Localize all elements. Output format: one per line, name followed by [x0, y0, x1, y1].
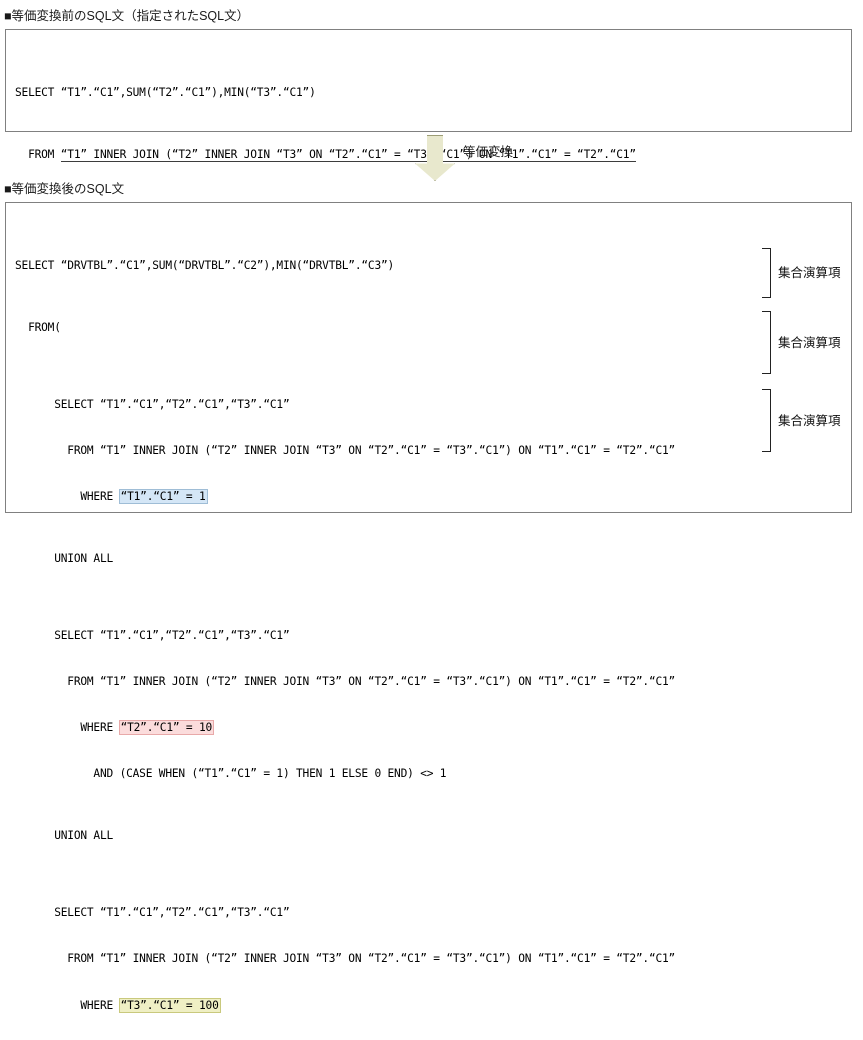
- branch2-select: SELECT “T1”.“C1”,“T2”.“C1”,“T3”.“C1”: [15, 628, 290, 642]
- down-arrow-icon: [415, 135, 455, 181]
- branch1-select: SELECT “T1”.“C1”,“T2”.“C1”,“T3”.“C1”: [15, 397, 290, 411]
- set-operand-label-3: 集合演算項: [778, 414, 841, 428]
- code-line: FROM “T1” INNER JOIN (“T2” INNER JOIN “T…: [15, 147, 636, 162]
- sql-box-before: SELECT “T1”.“C1”,SUM(“T2”.“C1”),MIN(“T3”…: [5, 29, 852, 284]
- heading-before-transform: ■等価変換前のSQL文（指定されたSQL文）: [4, 9, 250, 23]
- code-line: WHERE “T1”.“C1” = 1: [15, 489, 675, 505]
- code-line: WHERE “T3”.“C1” = 100: [15, 997, 675, 1013]
- branch3-predicate-highlight: “T3”.“C1” = 100: [118, 997, 221, 1013]
- code-line: SELECT “T1”.“C1”,“T2”.“C1”,“T3”.“C1”: [15, 397, 675, 412]
- diagram-page: ■等価変換前のSQL文（指定されたSQL文） SELECT “T1”.“C1”,…: [0, 0, 863, 1013]
- sql-code-after: SELECT “DRVTBL”.“C1”,SUM(“DRVTBL”.“C2”),…: [15, 212, 675, 1040]
- branch1-from: FROM “T1” INNER JOIN (“T2” INNER JOIN “T…: [15, 444, 676, 458]
- sql-box-after: SELECT “DRVTBL”.“C1”,SUM(“DRVTBL”.“C2”),…: [5, 202, 852, 1013]
- code-line: FROM “T1” INNER JOIN (“T2” INNER JOIN “T…: [15, 674, 675, 689]
- code-line: UNION ALL: [15, 551, 675, 566]
- code-line: SELECT “T1”.“C1”,“T2”.“C1”,“T3”.“C1”: [15, 628, 675, 643]
- branch3-where-keyword: WHERE: [15, 998, 120, 1012]
- code-line: FROM “T1” INNER JOIN (“T2” INNER JOIN “T…: [15, 443, 675, 458]
- code-line: SELECT “DRVTBL”.“C1”,SUM(“DRVTBL”.“C2”),…: [15, 258, 675, 273]
- union-all-1: UNION ALL: [15, 551, 114, 565]
- code-line: SELECT “T1”.“C1”,“T2”.“C1”,“T3”.“C1”: [15, 905, 675, 920]
- branch2-from: FROM “T1” INNER JOIN (“T2” INNER JOIN “T…: [15, 675, 676, 689]
- transform-arrow: [415, 135, 455, 181]
- set-operand-bracket-1: [762, 248, 771, 298]
- code-line: UNION ALL: [15, 828, 675, 843]
- union-all-2: UNION ALL: [15, 829, 114, 843]
- set-operand-label-1: 集合演算項: [778, 266, 841, 280]
- sql-from-body: “T1” INNER JOIN (“T2” INNER JOIN “T3” ON…: [60, 147, 636, 162]
- sql-from-keyword: FROM: [15, 147, 61, 161]
- code-line: FROM(: [15, 320, 675, 335]
- branch1-where-keyword: WHERE: [15, 490, 120, 504]
- branch3-select: SELECT “T1”.“C1”,“T2”.“C1”,“T3”.“C1”: [15, 906, 290, 920]
- set-operand-bracket-3: [762, 389, 771, 452]
- branch3-from: FROM “T1” INNER JOIN (“T2” INNER JOIN “T…: [15, 952, 676, 966]
- code-line: SELECT “T1”.“C1”,SUM(“T2”.“C1”),MIN(“T3”…: [15, 85, 636, 100]
- branch2-predicate-highlight: “T2”.“C1” = 10: [118, 720, 215, 736]
- arrow-label: 等価変換: [463, 145, 514, 159]
- code-line: FROM “T1” INNER JOIN (“T2” INNER JOIN “T…: [15, 951, 675, 966]
- sql-select-clause: SELECT “T1”.“C1”,SUM(“T2”.“C1”),MIN(“T3”…: [15, 86, 316, 100]
- heading-after-transform: ■等価変換後のSQL文: [4, 182, 125, 196]
- sql-outer-select: SELECT “DRVTBL”.“C1”,SUM(“DRVTBL”.“C2”),…: [15, 259, 395, 273]
- branch1-predicate-highlight: “T1”.“C1” = 1: [118, 489, 208, 505]
- sql-outer-from-open: FROM(: [15, 320, 61, 334]
- set-operand-bracket-2: [762, 311, 771, 374]
- code-line: AND (CASE WHEN (“T1”.“C1” = 1) THEN 1 EL…: [15, 766, 675, 781]
- branch2-and-case: AND (CASE WHEN (“T1”.“C1” = 1) THEN 1 EL…: [15, 767, 447, 781]
- code-line: WHERE “T2”.“C1” = 10: [15, 720, 675, 736]
- branch2-where-keyword: WHERE: [15, 721, 120, 735]
- set-operand-label-2: 集合演算項: [778, 336, 841, 350]
